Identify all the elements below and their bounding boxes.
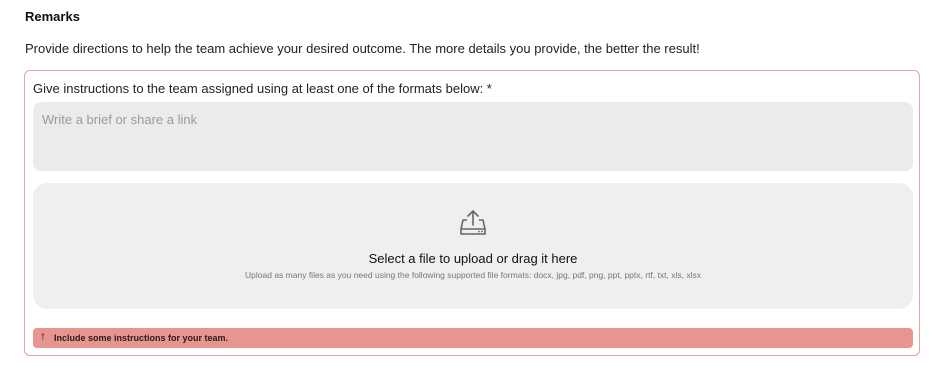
arrow-up-icon: ↑: [40, 329, 46, 343]
validation-error: ↑ Include some instructions for your tea…: [33, 328, 913, 348]
file-dropzone[interactable]: Select a file to upload or drag it here …: [33, 183, 913, 309]
validation-error-message: Include some instructions for your team.: [54, 333, 229, 343]
upload-tray-icon: [460, 210, 486, 235]
section-description: Provide directions to help the team achi…: [25, 41, 700, 56]
dropzone-title: Select a file to upload or drag it here: [368, 251, 578, 266]
dropzone-formats: Upload as many files as you need using t…: [245, 270, 701, 280]
brief-input[interactable]: [33, 102, 913, 171]
instructions-box: Give instructions to the team assigned u…: [24, 70, 920, 356]
section-title: Remarks: [25, 9, 80, 24]
remarks-section: Remarks Provide directions to help the t…: [0, 0, 938, 376]
instructions-label: Give instructions to the team assigned u…: [33, 81, 492, 96]
